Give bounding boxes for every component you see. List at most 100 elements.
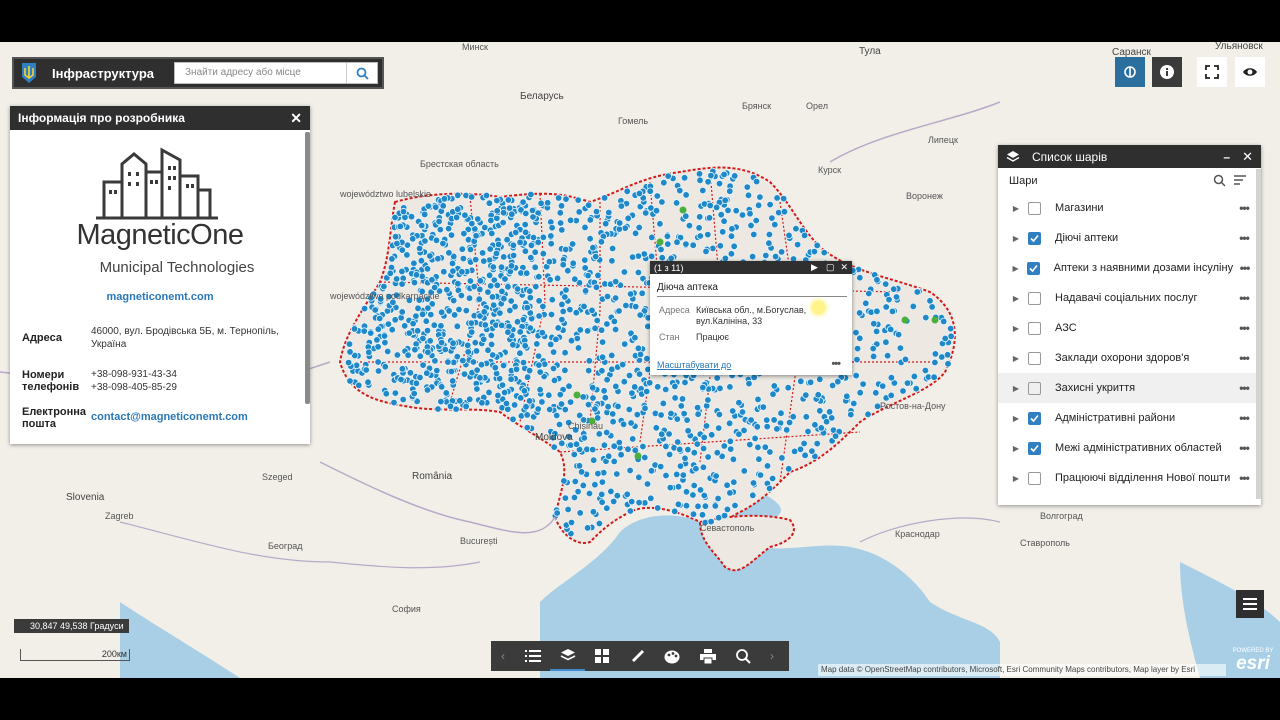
pharmacy-point[interactable] <box>398 267 406 276</box>
pharmacy-point[interactable] <box>719 228 727 236</box>
pharmacy-point[interactable] <box>615 307 623 315</box>
pharmacy-point[interactable] <box>482 191 491 200</box>
pharmacy-point[interactable] <box>747 221 755 230</box>
pharmacy-point[interactable] <box>638 289 646 297</box>
pharmacy-point[interactable] <box>814 391 822 399</box>
pharmacy-point[interactable] <box>610 442 618 450</box>
pharmacy-point[interactable] <box>574 487 582 496</box>
pharmacy-point[interactable] <box>545 391 553 399</box>
pharmacy-point[interactable] <box>853 344 862 353</box>
pharmacy-point[interactable] <box>381 363 389 371</box>
pharmacy-point[interactable] <box>922 313 930 322</box>
pharmacy-point[interactable] <box>652 206 661 215</box>
pharmacy-point[interactable] <box>696 213 704 221</box>
pharmacy-point[interactable] <box>445 307 453 315</box>
pharmacy-point[interactable] <box>500 388 509 397</box>
pharmacy-point[interactable] <box>676 186 684 195</box>
pharmacy-point[interactable] <box>498 381 507 389</box>
pharmacy-point[interactable] <box>779 194 788 203</box>
pharmacy-point[interactable] <box>583 524 592 532</box>
pharmacy-point[interactable] <box>523 423 531 432</box>
pharmacy-point[interactable] <box>813 439 821 448</box>
pharmacy-point[interactable] <box>367 329 375 337</box>
pharmacy-point[interactable] <box>544 199 552 207</box>
pharmacy-point[interactable] <box>608 244 617 253</box>
pharmacy-point[interactable] <box>732 206 740 215</box>
pharmacy-point[interactable] <box>853 355 861 364</box>
pharmacy-point[interactable] <box>556 219 565 227</box>
pharmacy-point[interactable] <box>611 294 620 302</box>
pharmacy-point[interactable] <box>712 472 720 480</box>
pharmacy-point[interactable] <box>887 391 895 400</box>
pharmacy-point[interactable] <box>398 280 406 288</box>
pharmacy-point[interactable] <box>436 225 444 234</box>
pharmacy-point[interactable] <box>500 295 508 303</box>
pharmacy-point[interactable] <box>505 204 514 212</box>
pharmacy-point[interactable] <box>441 345 449 354</box>
visibility-button[interactable] <box>1235 57 1265 87</box>
pharmacy-point[interactable] <box>745 379 753 388</box>
pharmacy-point[interactable] <box>647 252 656 260</box>
pharmacy-point[interactable] <box>627 419 635 427</box>
pharmacy-point[interactable] <box>632 302 640 311</box>
pharmacy-point[interactable] <box>611 325 620 334</box>
pharmacy-point[interactable] <box>460 370 469 378</box>
pharmacy-point[interactable] <box>485 199 494 207</box>
pharmacy-point[interactable] <box>947 324 955 333</box>
pharmacy-point[interactable] <box>636 311 644 319</box>
pharmacy-point[interactable] <box>662 471 670 480</box>
pharmacy-point[interactable] <box>423 386 432 394</box>
pharmacy-point[interactable] <box>882 338 890 346</box>
pharmacy-point[interactable] <box>594 271 602 280</box>
pharmacy-point[interactable] <box>766 200 774 209</box>
pharmacy-point[interactable] <box>566 216 575 224</box>
pharmacy-point[interactable] <box>883 352 892 360</box>
pharmacy-point[interactable] <box>890 285 898 293</box>
pharmacy-point[interactable] <box>416 373 424 382</box>
pharmacy-point[interactable] <box>725 419 734 427</box>
pharmacy-point[interactable] <box>556 209 564 217</box>
pharmacy-point[interactable] <box>713 449 721 457</box>
pharmacy-point[interactable] <box>576 326 584 334</box>
layer-row[interactable]: ▶ Магазини ••• <box>998 193 1256 223</box>
pharmacy-point[interactable] <box>516 238 524 246</box>
pharmacy-point[interactable] <box>628 389 636 397</box>
insulin-pharmacy-point[interactable] <box>656 238 664 246</box>
pharmacy-point[interactable] <box>548 223 556 232</box>
layer-options-icon[interactable]: ••• <box>1232 201 1256 215</box>
pharmacy-point[interactable] <box>467 193 476 201</box>
pharmacy-point[interactable] <box>882 303 890 311</box>
pharmacy-point[interactable] <box>715 424 723 432</box>
pharmacy-point[interactable] <box>519 358 528 367</box>
pharmacy-point[interactable] <box>527 241 536 249</box>
pharmacy-point[interactable] <box>926 297 934 305</box>
pharmacy-point[interactable] <box>527 253 535 262</box>
pharmacy-point[interactable] <box>417 256 426 265</box>
pharmacy-point[interactable] <box>811 421 819 429</box>
pharmacy-point[interactable] <box>554 324 562 332</box>
pharmacy-point[interactable] <box>536 368 544 376</box>
pharmacy-point[interactable] <box>816 407 824 415</box>
pharmacy-point[interactable] <box>409 235 417 243</box>
pharmacy-point[interactable] <box>723 505 732 514</box>
pharmacy-point[interactable] <box>777 409 785 417</box>
pharmacy-point[interactable] <box>374 358 382 366</box>
pharmacy-point[interactable] <box>529 213 537 221</box>
pharmacy-point[interactable] <box>454 205 462 213</box>
pharmacy-point[interactable] <box>535 312 543 320</box>
pharmacy-point[interactable] <box>346 348 354 356</box>
email-link[interactable]: contact@magneticonemt.com <box>91 411 301 424</box>
layer-options-icon[interactable]: ••• <box>1232 231 1256 245</box>
pharmacy-point[interactable] <box>700 433 708 442</box>
pharmacy-point[interactable] <box>748 252 757 261</box>
pharmacy-point[interactable] <box>592 252 600 261</box>
pharmacy-point[interactable] <box>558 300 566 309</box>
layer-row[interactable]: ▶ Аптеки з наявними дозами інсуліну ••• <box>998 253 1256 283</box>
pharmacy-point[interactable] <box>374 367 383 375</box>
pharmacy-point[interactable] <box>584 400 593 409</box>
pharmacy-point[interactable] <box>575 208 583 216</box>
pharmacy-point[interactable] <box>550 443 558 451</box>
insulin-pharmacy-point[interactable] <box>679 206 687 214</box>
pharmacy-point[interactable] <box>626 290 635 298</box>
pharmacy-point[interactable] <box>620 268 629 276</box>
